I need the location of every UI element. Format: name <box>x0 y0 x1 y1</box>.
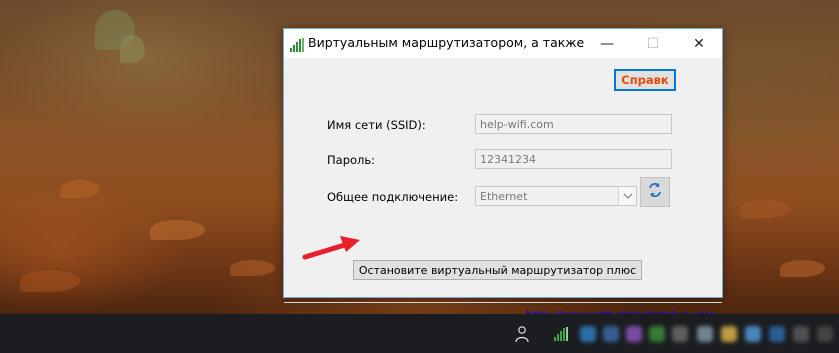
connection-value: Ethernet <box>480 190 528 203</box>
password-label: Пароль: <box>327 153 376 167</box>
minimize-button[interactable]: — <box>584 29 630 58</box>
tray-icon[interactable] <box>580 326 596 342</box>
password-field[interactable]: 12341234 <box>475 149 672 169</box>
leaf <box>780 260 825 277</box>
leaf <box>120 35 145 63</box>
tray-icon[interactable] <box>626 326 642 342</box>
connection-label: Общее подключение: <box>327 190 459 204</box>
chevron-down-icon[interactable] <box>618 187 636 205</box>
tray-icon[interactable] <box>672 326 688 342</box>
stop-router-button[interactable]: Остановите виртуальный маршрутизатор плю… <box>353 260 642 280</box>
leaf <box>150 220 205 240</box>
wifi-bars-icon <box>290 37 304 52</box>
tray-icon[interactable] <box>745 326 761 342</box>
tray-icon[interactable] <box>769 326 785 342</box>
ssid-label: Имя сети (SSID): <box>327 118 426 132</box>
tray-icon[interactable] <box>721 326 737 342</box>
window-client-area: Справк Имя сети (SSID): help-wifi.com Па… <box>284 58 722 326</box>
wifi-bars-icon[interactable] <box>553 326 569 342</box>
tray-icon[interactable] <box>793 326 809 342</box>
router-window: Виртуальным маршрутизатором, а также — ☐… <box>283 28 723 326</box>
taskbar <box>0 314 839 353</box>
refresh-icon <box>647 182 663 202</box>
tray-icon[interactable] <box>603 326 619 342</box>
tray-icon[interactable] <box>817 326 833 342</box>
refresh-button[interactable] <box>640 177 670 207</box>
maximize-button[interactable]: ☐ <box>630 29 676 58</box>
title-bar[interactable]: Виртуальным маршрутизатором, а также — ☐… <box>284 29 722 58</box>
leaf <box>60 180 100 198</box>
leaf <box>230 260 275 276</box>
leaf <box>740 200 790 218</box>
ssid-field[interactable]: help-wifi.com <box>475 114 672 134</box>
connection-select[interactable]: Ethernet <box>475 186 637 206</box>
help-button[interactable]: Справк <box>614 69 676 91</box>
tray-icon[interactable] <box>697 326 713 342</box>
close-button[interactable]: ✕ <box>676 29 722 58</box>
divider <box>284 302 722 303</box>
person-icon[interactable] <box>515 325 529 343</box>
window-title: Виртуальным маршрутизатором, а также <box>308 35 585 50</box>
tray-icon[interactable] <box>649 326 665 342</box>
leaf <box>20 270 80 292</box>
